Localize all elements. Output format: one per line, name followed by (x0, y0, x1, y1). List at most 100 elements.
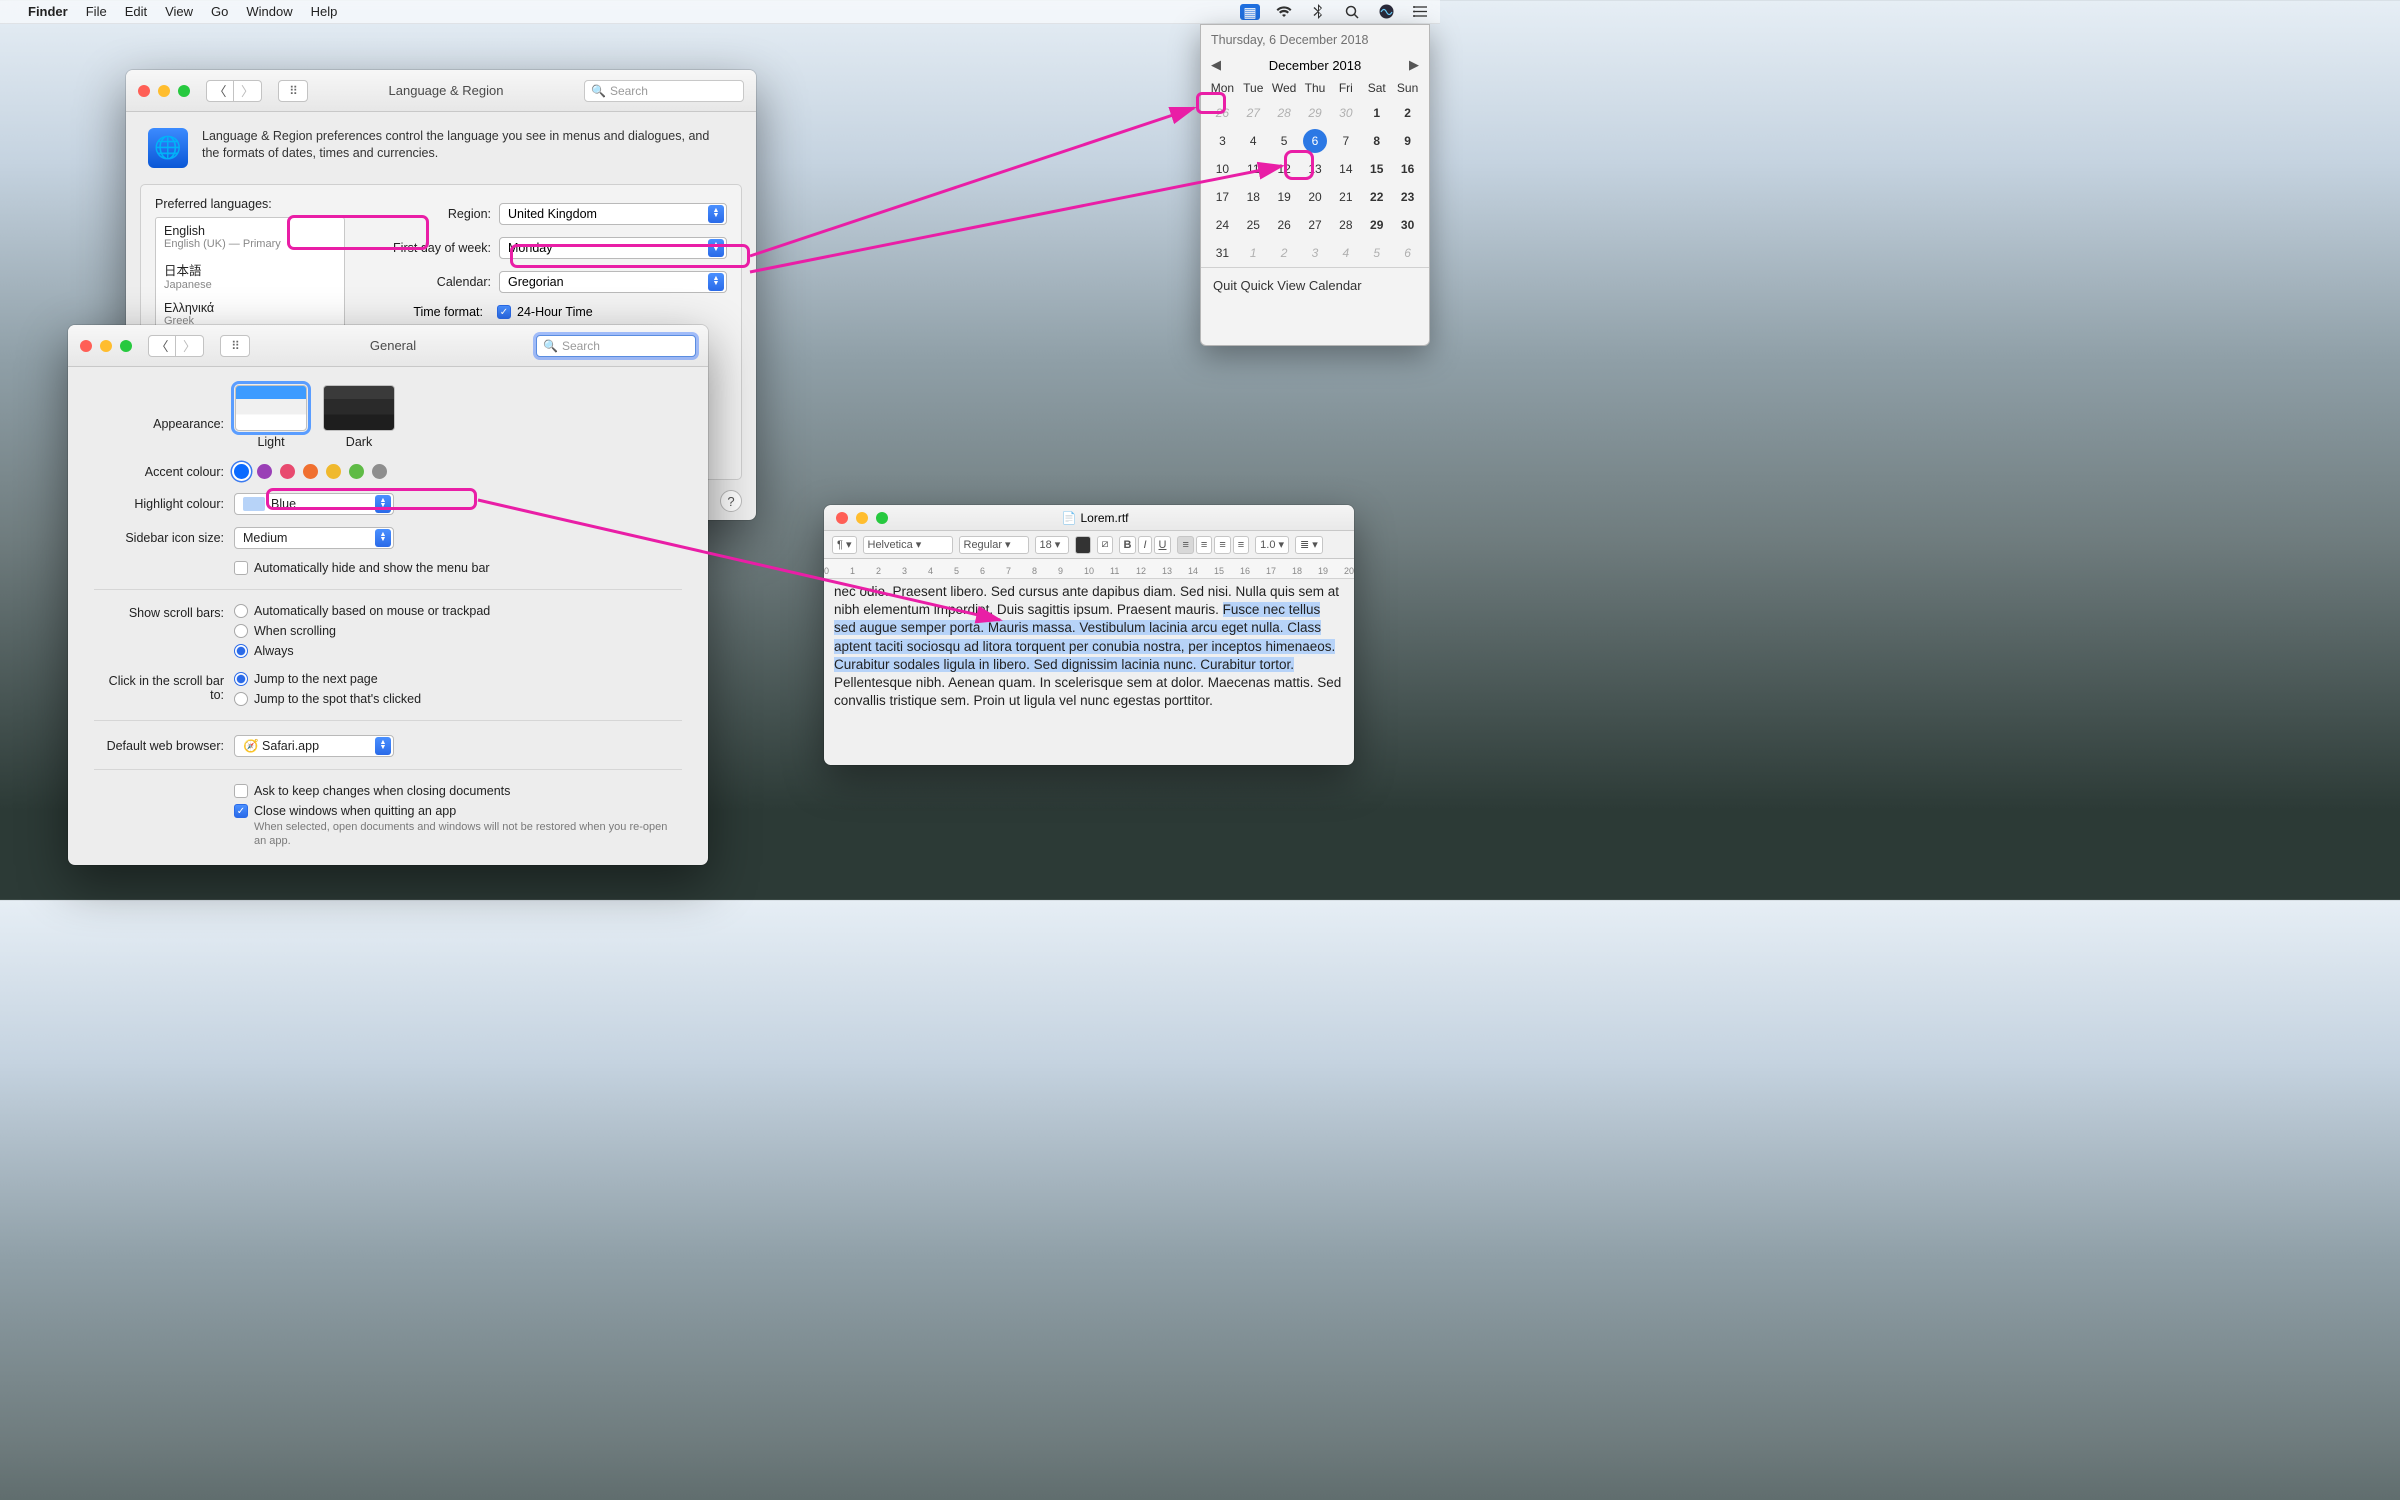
calendar-date[interactable]: 1 (1361, 99, 1392, 127)
calendar-date[interactable]: 22 (1361, 183, 1392, 211)
hide-menubar-checkbox[interactable] (234, 561, 248, 575)
bluetooth-icon[interactable] (1308, 4, 1328, 19)
calendar-date[interactable]: 16 (1392, 155, 1423, 183)
appearance-dark[interactable]: Dark (322, 385, 396, 449)
radio-option[interactable]: When scrolling (234, 624, 490, 638)
help-button[interactable]: ? (720, 490, 742, 512)
calendar-date[interactable]: 28 (1269, 99, 1300, 127)
calendar-date[interactable]: 2 (1269, 239, 1300, 267)
calendar-date[interactable]: 24 (1207, 211, 1238, 239)
search-field[interactable]: 🔍 Search (536, 335, 696, 357)
zoom-button[interactable] (178, 85, 190, 97)
line-spacing-select[interactable]: 1.0 ▾ (1255, 536, 1289, 554)
accent-chip[interactable] (303, 464, 318, 479)
menu-file[interactable]: File (86, 4, 107, 19)
calendar-date[interactable]: 27 (1300, 211, 1331, 239)
minimize-button[interactable] (100, 340, 112, 352)
forward-button[interactable]: 〉 (176, 335, 204, 357)
sidebar-size-select[interactable]: Medium ▲▼ (234, 527, 394, 549)
ask-changes-checkbox[interactable] (234, 784, 248, 798)
calendar-date[interactable]: 14 (1330, 155, 1361, 183)
calendar-date[interactable]: 5 (1269, 127, 1300, 155)
text-color-button[interactable] (1075, 536, 1091, 554)
next-month-button[interactable]: ▶ (1409, 57, 1419, 73)
calendar-date[interactable]: 8 (1361, 127, 1392, 155)
italic-button[interactable]: I (1138, 536, 1151, 554)
forward-button[interactable]: 〉 (234, 80, 262, 102)
calendar-date[interactable]: 21 (1330, 183, 1361, 211)
back-button[interactable]: 〈 (206, 80, 234, 102)
close-windows-checkbox[interactable]: ✓ (234, 804, 248, 818)
calendar-date[interactable]: 5 (1361, 239, 1392, 267)
radio-option[interactable]: Jump to the spot that's clicked (234, 692, 421, 706)
minimize-button[interactable] (158, 85, 170, 97)
wifi-icon[interactable] (1274, 6, 1294, 18)
paragraph-style-select[interactable]: ¶ ▾ (832, 536, 857, 554)
bg-color-button[interactable]: ⧄ (1097, 536, 1113, 554)
calendar-select[interactable]: Gregorian ▲▼ (499, 271, 727, 293)
calendar-date[interactable]: 17 (1207, 183, 1238, 211)
calendar-date[interactable]: 12 (1269, 155, 1300, 183)
search-field[interactable]: 🔍 Search (584, 80, 744, 102)
font-style-select[interactable]: Regular ▾ (959, 536, 1029, 554)
calendar-date[interactable]: 11 (1238, 155, 1269, 183)
titlebar[interactable]: 〈 〉 ⠿ Language & Region 🔍 Search (126, 70, 756, 112)
siri-icon[interactable] (1376, 4, 1396, 19)
menu-edit[interactable]: Edit (125, 4, 147, 19)
menu-help[interactable]: Help (311, 4, 338, 19)
calendar-date[interactable]: 28 (1330, 211, 1361, 239)
font-family-select[interactable]: Helvetica ▾ (863, 536, 953, 554)
bold-button[interactable]: B (1119, 536, 1137, 554)
first-day-select[interactable]: Monday ▲▼ (499, 237, 727, 259)
accent-chip[interactable] (257, 464, 272, 479)
accent-chip[interactable] (234, 464, 249, 479)
calendar-date[interactable]: 9 (1392, 127, 1423, 155)
calendar-date[interactable]: 29 (1361, 211, 1392, 239)
calendar-date[interactable]: 26 (1269, 211, 1300, 239)
close-button[interactable] (138, 85, 150, 97)
menu-view[interactable]: View (165, 4, 193, 19)
calendar-menubar-icon[interactable]: ▦ (1240, 4, 1260, 20)
calendar-date[interactable]: 19 (1269, 183, 1300, 211)
underline-button[interactable]: U (1154, 536, 1172, 554)
notification-center-icon[interactable] (1410, 5, 1430, 18)
region-select[interactable]: United Kingdom ▲▼ (499, 203, 727, 225)
list-style-select[interactable]: ≣ ▾ (1295, 536, 1323, 554)
ruler[interactable]: 01234567891011121314151617181920 (824, 559, 1354, 579)
calendar-date[interactable]: 13 (1300, 155, 1331, 183)
show-all-button[interactable]: ⠿ (278, 80, 308, 102)
align-right-button[interactable]: ≡ (1214, 536, 1230, 554)
calendar-date[interactable]: 4 (1238, 127, 1269, 155)
font-size-select[interactable]: 18 ▾ (1035, 536, 1069, 554)
align-center-button[interactable]: ≡ (1196, 536, 1212, 554)
menu-go[interactable]: Go (211, 4, 228, 19)
calendar-date[interactable]: 3 (1300, 239, 1331, 267)
calendar-date[interactable]: 20 (1300, 183, 1331, 211)
accent-chip[interactable] (326, 464, 341, 479)
calendar-date[interactable]: 30 (1392, 211, 1423, 239)
calendar-date[interactable]: 10 (1207, 155, 1238, 183)
calendar-date[interactable]: 27 (1238, 99, 1269, 127)
calendar-date[interactable]: 6 (1392, 239, 1423, 267)
spotlight-icon[interactable] (1342, 5, 1362, 19)
zoom-button[interactable] (876, 512, 888, 524)
accent-chip[interactable] (280, 464, 295, 479)
calendar-date[interactable]: 18 (1238, 183, 1269, 211)
calendar-date[interactable]: 2 (1392, 99, 1423, 127)
calendar-date[interactable]: 25 (1238, 211, 1269, 239)
show-all-button[interactable]: ⠿ (220, 335, 250, 357)
calendar-date[interactable]: 4 (1330, 239, 1361, 267)
calendar-date[interactable]: 6 (1300, 127, 1331, 155)
close-button[interactable] (80, 340, 92, 352)
radio-option[interactable]: Automatically based on mouse or trackpad (234, 604, 490, 618)
default-browser-select[interactable]: 🧭 Safari.app ▲▼ (234, 735, 394, 757)
align-left-button[interactable]: ≡ (1177, 536, 1193, 554)
calendar-date[interactable]: 3 (1207, 127, 1238, 155)
calendar-date[interactable]: 29 (1300, 99, 1331, 127)
calendar-date[interactable]: 26 (1207, 99, 1238, 127)
titlebar[interactable]: 〈 〉 ⠿ General 🔍 Search (68, 325, 708, 367)
calendar-date[interactable]: 1 (1238, 239, 1269, 267)
prev-month-button[interactable]: ◀ (1211, 57, 1221, 73)
radio-option[interactable]: Jump to the next page (234, 672, 421, 686)
text-body[interactable]: nec odio. Praesent libero. Sed cursus an… (824, 579, 1354, 721)
